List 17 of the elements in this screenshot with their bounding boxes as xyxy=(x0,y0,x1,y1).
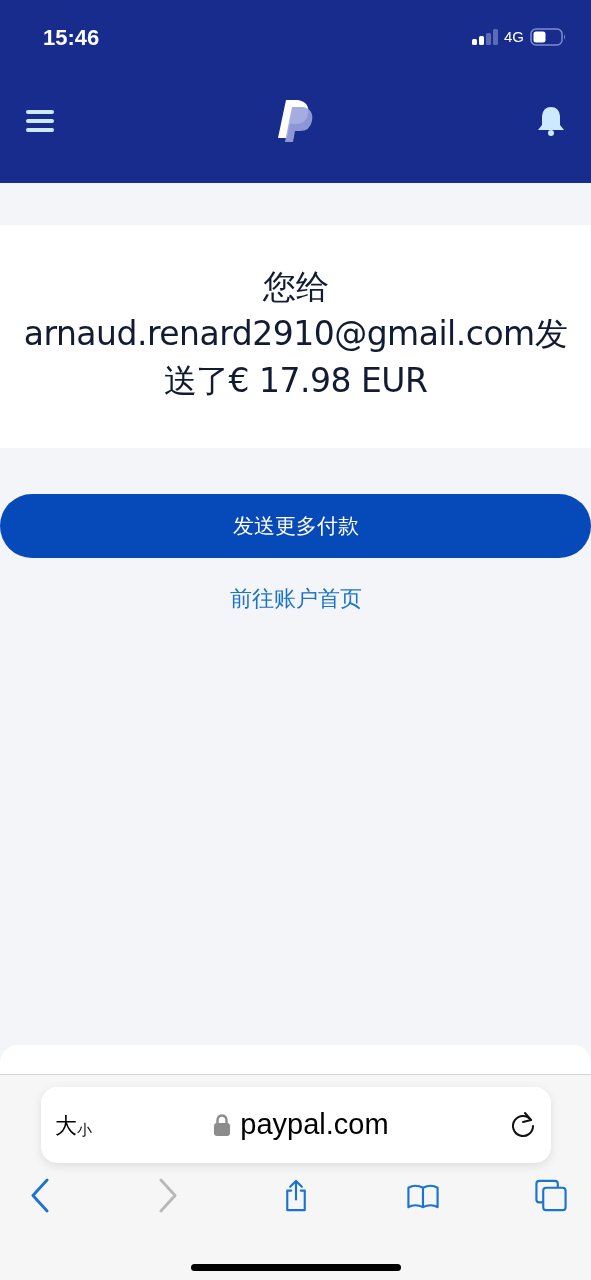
back-icon xyxy=(31,1177,49,1213)
send-more-button[interactable]: 发送更多付款 xyxy=(0,494,591,558)
forward-icon xyxy=(158,1177,177,1213)
lock-icon xyxy=(214,1114,231,1136)
account-home-link[interactable]: 前往账户首页 xyxy=(229,582,362,615)
confirmation-message: 您给 arnaud.renard2910@gmail.com发送了€ 17.98 EUR xyxy=(22,266,569,402)
signal-icon xyxy=(472,29,498,45)
text-size-button[interactable]: 大小 xyxy=(54,1108,115,1142)
network-label: 4G xyxy=(504,26,524,47)
menu-icon[interactable] xyxy=(26,108,54,133)
logo-icon xyxy=(277,99,314,142)
battery-icon xyxy=(530,28,566,46)
notification-bell-icon[interactable] xyxy=(537,105,565,136)
address-bar[interactable]: 大小 paypal.com xyxy=(40,1087,551,1163)
tabs-icon xyxy=(533,1177,569,1213)
status-time: 15:46 xyxy=(43,23,100,52)
url-text: paypal.com xyxy=(240,1107,389,1143)
